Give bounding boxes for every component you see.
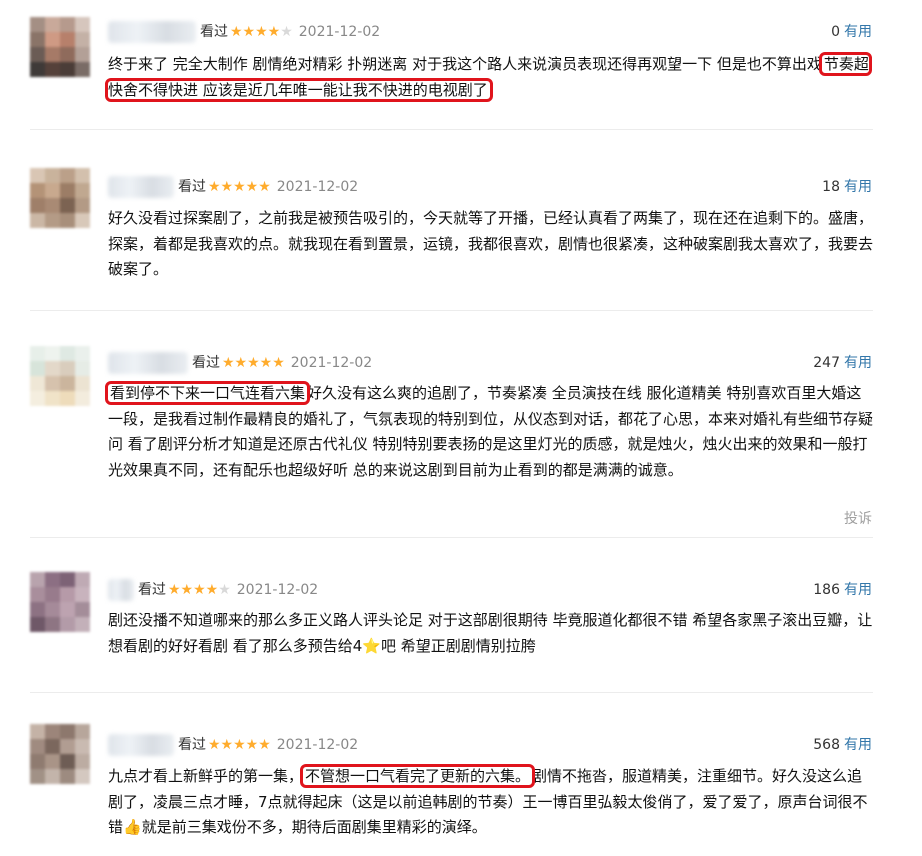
star-icon: ★ — [280, 24, 293, 40]
review-text-part: 九点才看上新鲜乎的第一集， — [108, 767, 304, 785]
star-emoji-icon: ⭐ — [362, 636, 382, 655]
highlighted-text: 不管想一口气看完了更新的六集。 — [300, 764, 536, 788]
star-icon: ★★★★ — [168, 582, 219, 598]
avatar[interactable] — [30, 168, 90, 228]
useful-vote[interactable]: 247 有用 — [813, 352, 872, 374]
review-meta: 看过 ★★★★★ 2021-12-02 — [200, 21, 380, 43]
useful-count: 0 — [831, 24, 840, 40]
useful-button[interactable]: 有用 — [844, 24, 872, 40]
username[interactable] — [108, 176, 174, 198]
divider — [30, 537, 873, 538]
divider — [30, 310, 873, 311]
review-text: 九点才看上新鲜乎的第一集， 不管想一口气看完了更新的六集。 剧情不拖沓，服道精美，注… — [108, 764, 873, 841]
avatar[interactable] — [30, 346, 90, 406]
username[interactable] — [108, 579, 134, 601]
review-date: 2021-12-02 — [276, 179, 359, 195]
watched-label: 看过 — [178, 737, 206, 753]
useful-button[interactable]: 有用 — [844, 582, 872, 598]
avatar[interactable] — [30, 17, 90, 77]
report-button[interactable]: 投诉 — [844, 508, 872, 528]
watched-label: 看过 — [138, 582, 166, 598]
useful-count: 186 — [813, 582, 840, 598]
useful-vote[interactable]: 186 有用 — [813, 579, 872, 601]
avatar[interactable] — [30, 572, 90, 632]
divider — [30, 129, 873, 130]
review-meta: 看过 ★★★★★ 2021-12-02 — [178, 176, 358, 198]
useful-button[interactable]: 有用 — [844, 179, 872, 195]
useful-count: 18 — [822, 179, 840, 195]
review-text-part: 吧 希望正剧剧情别拉胯 — [381, 636, 536, 655]
highlighted-text: 看到停不下来一口气连看六集 — [104, 381, 311, 405]
useful-vote[interactable]: 568 有用 — [813, 734, 872, 756]
review-meta: 看过 ★★★★★ 2021-12-02 — [178, 734, 358, 756]
username[interactable] — [108, 21, 196, 43]
review-text: 好久没看过探案剧了，之前我是被预告吸引的，今天就等了开播，已经认真看了两集了，现… — [108, 206, 873, 283]
star-icon: ★★★★★ — [208, 737, 271, 753]
watched-label: 看过 — [178, 179, 206, 195]
divider — [30, 692, 873, 693]
star-rating: ★★★★★ — [208, 737, 271, 753]
review-text: 终于来了 完全大制作 剧情绝对精彩 扑朔迷离 对于我这个路人来说演员表现还得再观… — [105, 52, 873, 103]
star-rating: ★★★★★ — [230, 24, 293, 40]
watched-label: 看过 — [192, 355, 220, 371]
watched-label: 看过 — [200, 24, 228, 40]
review-text: 看到停不下来一口气连看六集 好久没有这么爽的追剧了，节奏紧凑 全员演技在线 服化道… — [104, 381, 873, 483]
review-text-part: 好久没看过探案剧了，之前我是被预告吸引的，今天就等了开播，已经认真看了两集了，现… — [108, 209, 874, 278]
username[interactable] — [108, 734, 174, 756]
username[interactable] — [108, 352, 188, 374]
review-meta: 看过 ★★★★★ 2021-12-02 — [138, 579, 318, 601]
review-date: 2021-12-02 — [290, 355, 373, 371]
avatar[interactable] — [30, 724, 90, 784]
star-icon: ★★★★★ — [222, 355, 285, 371]
star-rating: ★★★★★ — [222, 355, 285, 371]
review-text-part: 终于来了 完全大制作 剧情绝对精彩 扑朔迷离 对于我这个路人来说演员表现还得再观… — [108, 55, 822, 73]
star-icon: ★★★★★ — [208, 179, 271, 195]
useful-count: 247 — [813, 355, 840, 371]
star-rating: ★★★★★ — [208, 179, 271, 195]
review-date: 2021-12-02 — [276, 737, 359, 753]
useful-vote[interactable]: 18 有用 — [822, 176, 872, 198]
useful-count: 568 — [813, 737, 840, 753]
star-icon: ★ — [218, 582, 231, 598]
star-rating: ★★★★★ — [168, 582, 231, 598]
review-text: 剧还没播不知道哪来的那么多正义路人评头论足 对于这部剧很期待 毕竟服道化都很不错… — [108, 608, 873, 659]
review-date: 2021-12-02 — [298, 24, 381, 40]
star-icon: ★★★★ — [230, 24, 281, 40]
review-text-part: 就是前三集戏份不多，期待后面剧集里精彩的演绎。 — [141, 818, 487, 836]
useful-button[interactable]: 有用 — [844, 737, 872, 753]
useful-button[interactable]: 有用 — [844, 355, 872, 371]
review-meta: 看过 ★★★★★ 2021-12-02 — [192, 352, 372, 374]
thumbs-up-emoji-icon: 👍 — [123, 818, 142, 836]
review-date: 2021-12-02 — [236, 582, 319, 598]
useful-vote[interactable]: 0 有用 — [831, 21, 872, 43]
